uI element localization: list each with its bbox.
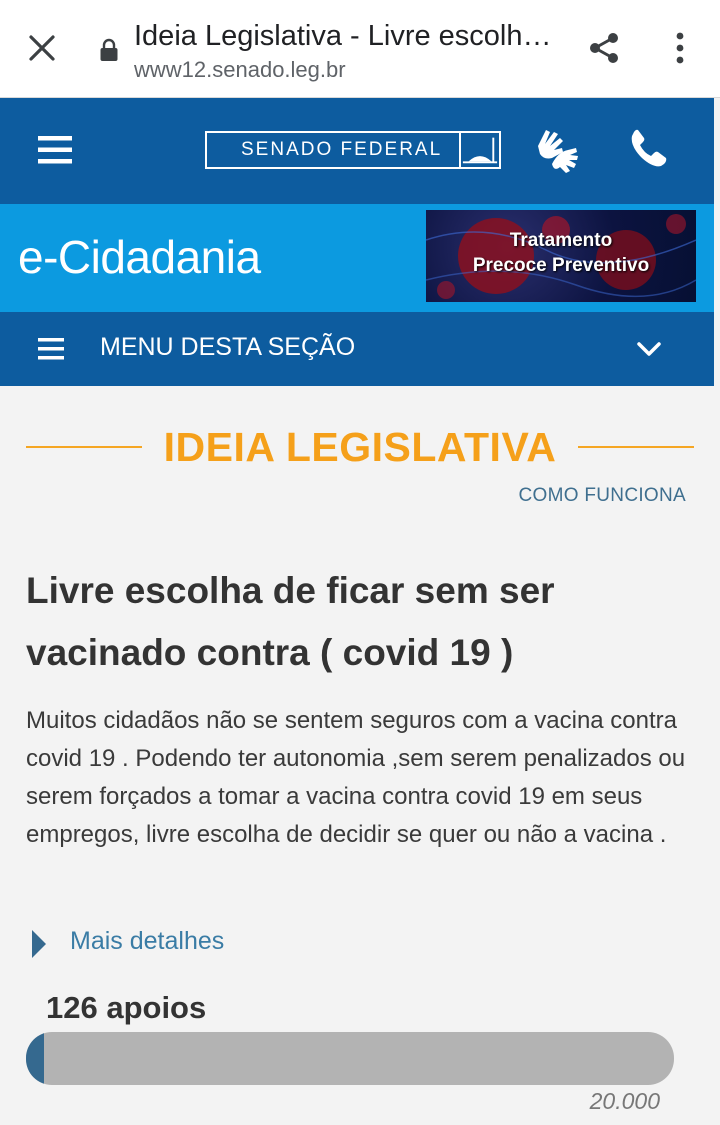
idea-title: Livre escolha de ficar sem ser vacinado … <box>26 570 555 673</box>
chevron-down-icon <box>637 342 661 356</box>
section-heading: IDEIA LEGISLATIVA <box>26 420 695 474</box>
senado-logo[interactable]: SENADO FEDERAL <box>205 131 501 169</box>
congress-building-icon <box>459 133 498 167</box>
support-progress-fill <box>26 1032 44 1085</box>
divider-right <box>578 446 695 448</box>
more-options-button[interactable] <box>662 28 698 68</box>
more-details-link[interactable]: Mais detalhes <box>30 922 224 960</box>
senado-logo-text: SENADO FEDERAL <box>241 139 443 160</box>
share-icon <box>590 33 618 63</box>
close-tab-button[interactable] <box>22 28 62 68</box>
menu-icon[interactable] <box>38 136 72 164</box>
promo-line-2: Precoce Preventivo <box>472 255 650 276</box>
caret-right-icon <box>32 930 46 958</box>
promo-banner[interactable]: Tratamento Precoce Preventivo <box>426 210 696 302</box>
section-menu-icon <box>38 338 64 360</box>
section-menu-bar[interactable]: MENU DESTA SEÇÃO <box>0 312 714 386</box>
more-vert-icon <box>676 32 684 64</box>
promo-text: Tratamento Precoce Preventivo <box>426 228 696 278</box>
support-progress-bar <box>26 1032 674 1085</box>
site-header: SENADO FEDERAL <box>0 98 714 204</box>
promo-line-1: Tratamento <box>509 230 613 251</box>
share-button[interactable] <box>584 28 624 68</box>
e-cidadania-logo[interactable]: e-Cidadania <box>18 230 261 284</box>
section-menu-label: MENU DESTA SEÇÃO <box>100 333 356 361</box>
sign-language-icon[interactable] <box>532 126 582 176</box>
page-title[interactable]: Ideia Legislativa - Livre escolha de fic… <box>134 20 564 53</box>
how-it-works-link[interactable]: COMO FUNCIONA <box>518 485 686 507</box>
lock-icon <box>100 38 118 61</box>
close-icon <box>29 35 55 61</box>
more-details-label: Mais detalhes <box>70 926 225 955</box>
browser-toolbar: Ideia Legislativa - Livre escolha de fic… <box>0 0 720 98</box>
url-domain[interactable]: www12.senado.leg.br <box>134 57 346 83</box>
section-title: IDEIA LEGISLATIVA <box>163 423 557 470</box>
divider-left <box>26 446 142 448</box>
support-goal: 20.000 <box>589 1088 660 1114</box>
phone-icon[interactable] <box>628 128 668 168</box>
supports-count: 126 apoios <box>46 990 207 1025</box>
e-cidadania-band: e-Cidadania Tratamento Precoce Preventiv… <box>0 204 714 312</box>
idea-description: Muitos cidadãos não se sentem seguros co… <box>26 707 686 848</box>
